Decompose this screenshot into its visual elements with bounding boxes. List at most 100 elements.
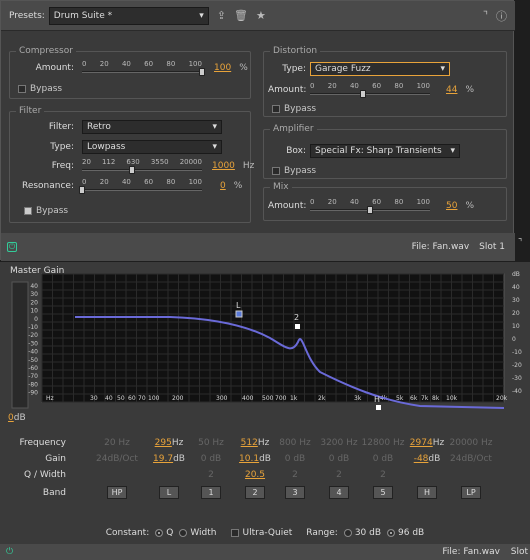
band-button-5[interactable]: 5 [373,486,393,499]
eq-graph-svg: 403020100-10-20-30-40-50-60-70-80-90 dB4… [11,271,522,410]
filter-group: Filter Filter: Retro ▾ Type: Lowpass ▾ Fre… [9,106,254,223]
node-h-handle[interactable] [376,405,381,410]
q-radio[interactable]: Q [155,528,173,538]
cell-value: 19.7 [153,454,174,464]
routing-icon[interactable]: ⌝ [483,9,488,22]
compressor-title: Compressor [16,46,76,56]
band-button-4[interactable]: 4 [329,486,349,499]
slider-knob[interactable] [367,206,373,214]
band-button-h[interactable]: H [417,486,437,499]
type-dropdown[interactable]: Lowpass ▾ [82,140,222,154]
distortion-bypass[interactable]: Bypass [272,104,316,114]
freq-slider[interactable]: 20 112 630 3550 20000 [82,158,202,174]
master-gain-slider[interactable] [11,281,29,409]
distortion-amount-slider[interactable]: 0 20 40 60 80 100 [310,82,430,98]
info-icon[interactable]: ⓘ [496,8,507,24]
tick-label: 100 [416,198,430,206]
freq-value[interactable]: 1000 [212,161,235,171]
filter-title: Filter [16,106,45,116]
compressor-unit: % [239,63,248,73]
type-value: Lowpass [87,142,126,152]
mix-amount-value[interactable]: 50 [446,201,457,211]
band-button-lp[interactable]: LP [461,486,481,499]
slider-knob[interactable] [79,186,85,194]
range-96-radio[interactable]: 96 dB [387,528,424,538]
bypass-label: Bypass [36,206,69,216]
hz-tick-label: 500 [262,395,274,402]
slider-knob[interactable] [199,68,205,76]
gain-cell[interactable]: -48dB [404,454,450,464]
tick-label: 630 [126,158,140,166]
db-tick-label: 20 [512,310,520,317]
tick-label: 112 [101,158,116,166]
radio-selected[interactable] [155,528,164,537]
freq-cell: 800 Hz [272,438,318,448]
compressor-bypass[interactable]: Bypass [18,84,62,94]
cell-value: -48 [413,454,429,464]
db-tick-label: -40 [512,388,522,395]
radio-unselected[interactable] [179,528,188,537]
band-button-3[interactable]: 3 [285,486,305,499]
gain-cell[interactable]: 19.7dB [146,454,192,464]
type-label: Type: [50,142,74,152]
slider-knob[interactable] [359,90,366,98]
bypass-checkbox[interactable] [272,167,280,175]
cell-value: 2 [292,470,298,480]
favorite-star-icon[interactable]: ★ [256,9,266,22]
bypass-checkbox[interactable] [18,85,26,93]
resonance-slider[interactable]: 0 20 40 60 80 100 [79,178,202,194]
tick-label: 80 [394,198,404,206]
band-button-l[interactable]: L [159,486,179,499]
filter-value: Retro [87,122,111,132]
range-30-radio[interactable]: 30 dB [343,528,381,538]
db-tick-label: -20 [28,332,38,339]
resonance-value[interactable]: 0 [220,181,226,191]
save-preset-icon[interactable]: ⇪ [217,9,226,22]
power-icon[interactable]: ⏻ [6,547,13,557]
tick-label: 3550 [150,158,169,166]
db-tick-label: 40 [512,284,520,291]
slider-ticks: 0 20 40 60 80 100 [82,178,202,186]
freq-cell[interactable]: 2974Hz [404,438,450,448]
cell-value: 20 Hz [104,438,130,448]
node-l-handle[interactable] [235,310,243,318]
ultra-quiet-checkbox[interactable]: Ultra-Quiet [230,528,292,538]
node-2-handle[interactable] [295,324,300,329]
distortion-type-dropdown[interactable]: Garage Fuzz ▾ [310,62,450,76]
width-radio[interactable]: Width [179,528,217,538]
band-button-1[interactable]: 1 [201,486,221,499]
q-cell: 2 [272,470,318,480]
routing-icon-2[interactable]: ⌝ [518,238,522,248]
band-button-2[interactable]: 2 [245,486,265,499]
mix-amount-slider[interactable]: 0 20 40 60 80 100 [310,198,430,214]
bypass-checkbox-checked[interactable] [24,207,32,215]
preset-dropdown[interactable]: Drum Suite * ▾ [48,6,209,25]
power-icon[interactable]: ⏻ [7,242,17,252]
hz-tick-label: 30 [90,395,98,402]
slider-ticks: 0 20 40 60 80 100 [82,60,202,68]
compressor-amount-value[interactable]: 100 [214,63,231,73]
master-gain-readout[interactable]: 0dB [8,413,26,423]
freq-cell[interactable]: 295Hz [146,438,192,448]
compressor-amount-slider[interactable]: 0 20 40 60 80 100 [82,60,205,76]
db-tick-label: -40 [28,349,38,356]
fx-panel-window: Presets: Drum Suite * ▾ ⇪ 🗑 ★ ⌝ ⓘ Compres… [0,0,515,261]
bypass-checkbox[interactable] [272,105,280,113]
tick-label: 80 [166,178,176,186]
distortion-amount-value[interactable]: 44 [446,85,457,95]
filter-bypass[interactable]: Bypass [24,206,68,216]
node-l-label: L [236,301,241,310]
cell-value: 20000 Hz [449,438,493,448]
tick-label: 60 [144,60,154,68]
slider-knob[interactable] [129,166,136,174]
cell-value: 0 dB [372,454,394,464]
amplifier-bypass[interactable]: Bypass [272,166,316,176]
tick-label: 0 [82,178,87,186]
trash-icon[interactable]: 🗑 [234,9,248,22]
slot-label: Slot 1 [479,242,505,252]
node-h-label: H [374,395,380,404]
db-tick-label: -80 [28,381,38,388]
filter-dropdown[interactable]: Retro ▾ [82,120,222,134]
band-button-hp[interactable]: HP [107,486,127,499]
box-dropdown[interactable]: Special Fx: Sharp Transients ▾ [310,144,460,158]
